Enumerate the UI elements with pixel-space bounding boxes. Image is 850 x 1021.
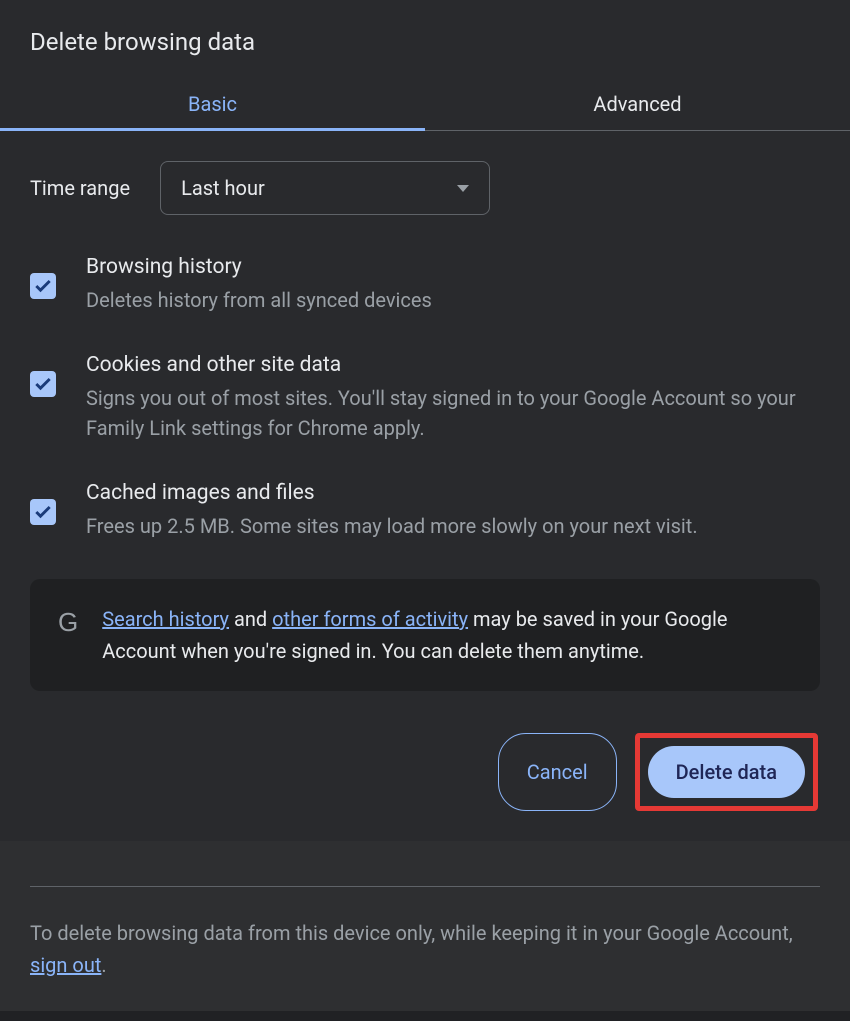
button-row: Cancel Delete data [30, 733, 820, 811]
highlight-annotation: Delete data [635, 733, 818, 811]
checkbox-cache[interactable] [30, 499, 56, 525]
dialog-title: Delete browsing data [0, 28, 850, 78]
checkbox-cookies[interactable] [30, 371, 56, 397]
option-title: Browsing history [86, 255, 820, 279]
check-icon [33, 374, 53, 394]
option-desc: Frees up 2.5 MB. Some sites may load mor… [86, 511, 820, 541]
time-range-value: Last hour [181, 176, 265, 200]
delete-data-button[interactable]: Delete data [648, 746, 805, 798]
option-text: Browsing history Deletes history from al… [86, 255, 820, 315]
sign-out-link[interactable]: sign out [30, 953, 101, 977]
time-range-label: Time range [30, 176, 130, 200]
cancel-button[interactable]: Cancel [498, 733, 617, 811]
option-desc: Deletes history from all synced devices [86, 285, 820, 315]
option-text: Cached images and files Frees up 2.5 MB.… [86, 481, 820, 541]
option-title: Cached images and files [86, 481, 820, 505]
tabs: Basic Advanced [0, 78, 850, 131]
tab-basic[interactable]: Basic [0, 78, 425, 130]
divider [30, 886, 820, 887]
footer-text-part: To delete browsing data from this device… [30, 921, 793, 945]
option-cache: Cached images and files Frees up 2.5 MB.… [30, 481, 820, 541]
footer-text-part: . [101, 953, 106, 977]
checkbox-browsing-history[interactable] [30, 273, 56, 299]
tab-advanced[interactable]: Advanced [425, 78, 850, 130]
option-text: Cookies and other site data Signs you ou… [86, 353, 820, 443]
google-account-info-box: G Search history and other forms of acti… [30, 579, 820, 691]
check-icon [33, 502, 53, 522]
option-browsing-history: Browsing history Deletes history from al… [30, 255, 820, 315]
search-history-link[interactable]: Search history [102, 607, 229, 631]
option-title: Cookies and other site data [86, 353, 820, 377]
option-desc: Signs you out of most sites. You'll stay… [86, 383, 820, 443]
delete-browsing-data-dialog: Delete browsing data Basic Advanced Time… [0, 0, 850, 841]
info-text-part: and [229, 607, 272, 631]
info-text: Search history and other forms of activi… [102, 603, 792, 667]
time-range-select[interactable]: Last hour [160, 161, 490, 215]
footer: To delete browsing data from this device… [0, 841, 850, 1011]
chevron-down-icon [457, 185, 469, 192]
check-icon [33, 276, 53, 296]
time-range-row: Time range Last hour [30, 161, 820, 215]
option-cookies: Cookies and other site data Signs you ou… [30, 353, 820, 443]
google-logo-icon: G [58, 607, 78, 638]
dialog-content: Time range Last hour Browsing history De… [0, 131, 850, 841]
footer-text: To delete browsing data from this device… [30, 917, 820, 981]
other-forms-link[interactable]: other forms of activity [272, 607, 468, 631]
